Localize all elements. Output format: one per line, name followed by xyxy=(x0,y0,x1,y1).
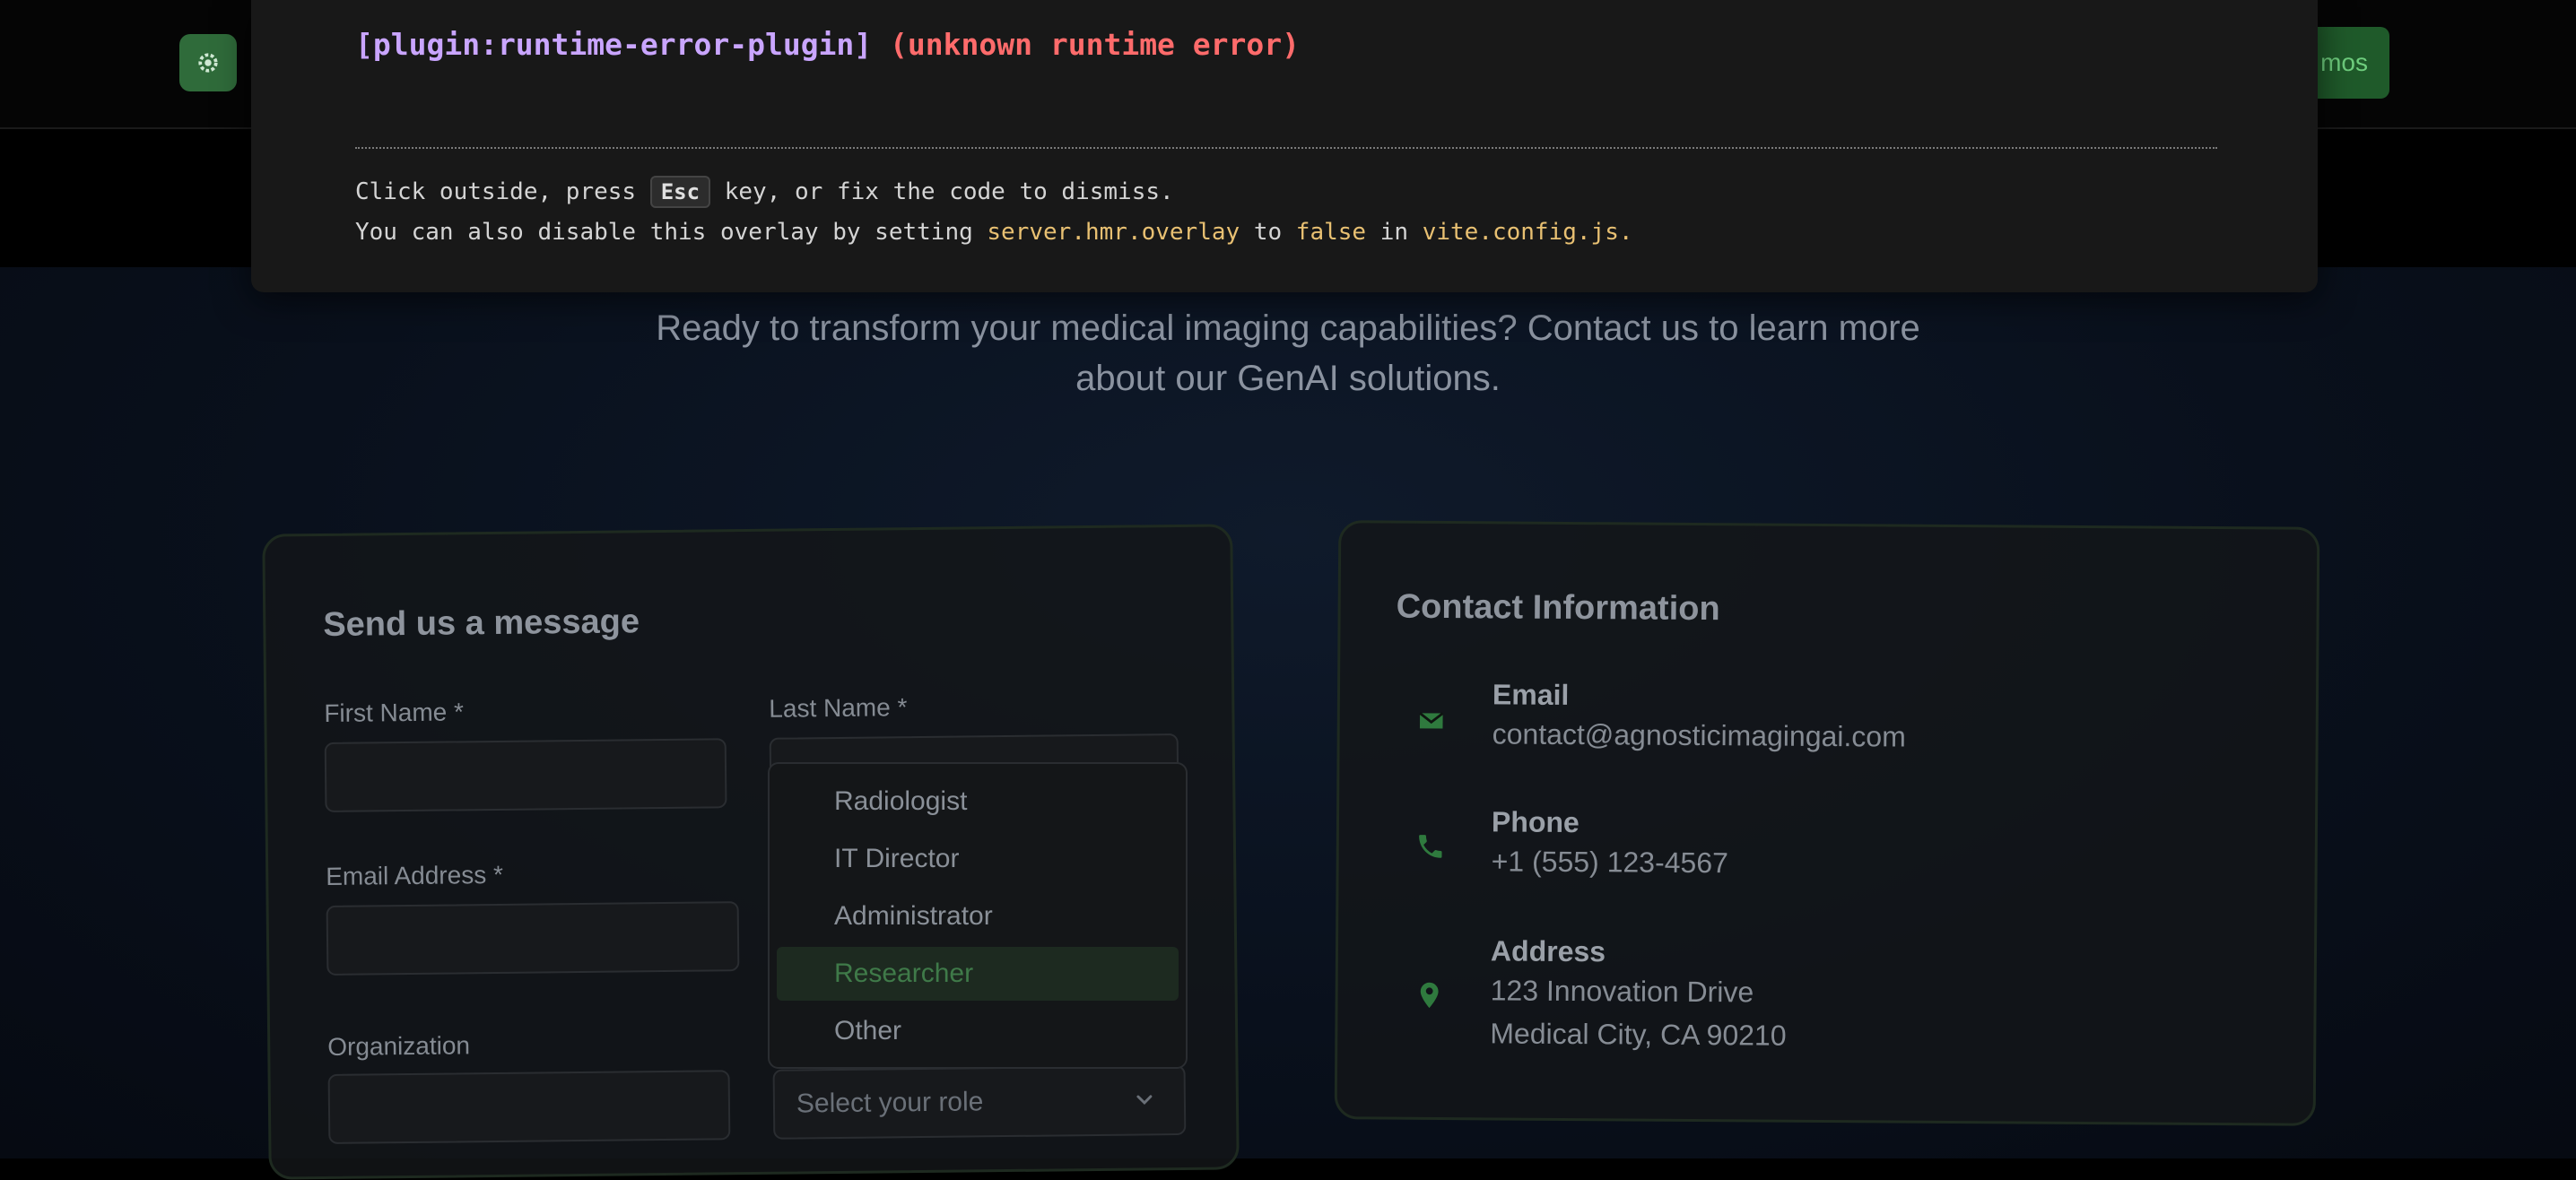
address-line-1: 123 Innovation Drive xyxy=(1490,974,1754,1009)
section-subtitle: Ready to transform your medical imaging … xyxy=(502,303,2074,403)
dismiss-tip-text: Click outside, press xyxy=(355,178,650,205)
role-select[interactable]: Select your role xyxy=(772,1064,1187,1140)
error-plugin-name: [plugin:runtime-error-plugin] xyxy=(355,27,873,62)
request-demo-label: mos xyxy=(2320,48,2368,76)
page: mos Ready to transform your medical imag… xyxy=(0,0,2576,1180)
address-heading: Address xyxy=(1490,934,1606,968)
role-option-researcher[interactable]: Researcher xyxy=(777,947,1179,1001)
code-hmr-overlay: server.hmr.overlay xyxy=(987,219,1240,246)
form-title: Send us a message xyxy=(323,603,640,644)
error-title: [plugin:runtime-error-plugin] (unknown r… xyxy=(355,27,1300,62)
email-input[interactable] xyxy=(326,901,740,976)
dismiss-tip-text-2: key, or fix the code to dismiss. xyxy=(710,178,1174,205)
subtitle-line-2: about our GenAI solutions. xyxy=(1075,359,1501,398)
organization-label: Organization xyxy=(327,1031,471,1061)
role-option-it-director[interactable]: IT Director xyxy=(777,832,1179,886)
subtitle-line-1: Ready to transform your medical imaging … xyxy=(656,308,1920,348)
role-option-radiologist[interactable]: Radiologist xyxy=(777,775,1179,829)
dismiss-tip: Click outside, press Esc key, or fix the… xyxy=(355,176,1174,208)
organization-input[interactable] xyxy=(327,1070,731,1144)
disable-tip-period: . xyxy=(1618,219,1633,246)
code-false: false xyxy=(1295,219,1367,246)
phone-heading: Phone xyxy=(1491,805,1580,839)
phone-icon xyxy=(1413,829,1449,864)
esc-key: Esc xyxy=(649,176,711,208)
role-select-value: Select your role xyxy=(796,1087,984,1119)
contact-info-title: Contact Information xyxy=(1396,587,1720,629)
last-name-label: Last Name * xyxy=(769,693,908,723)
disable-tip-in: in xyxy=(1366,219,1423,246)
overlay-divider xyxy=(355,147,2217,149)
email-heading: Email xyxy=(1492,678,1570,711)
code-vite-config: vite.config.js xyxy=(1422,219,1619,246)
email-label: Email Address * xyxy=(326,860,504,890)
mail-icon xyxy=(1414,703,1449,739)
phone-value[interactable]: +1 (555) 123-4567 xyxy=(1492,839,1729,884)
role-option-administrator[interactable]: Administrator xyxy=(777,889,1179,943)
role-dropdown: Radiologist IT Director Administrator Re… xyxy=(768,762,1188,1069)
error-message: (unknown runtime error) xyxy=(890,27,1301,62)
address-line-2: Medical City, CA 90210 xyxy=(1490,1017,1787,1052)
gear-icon xyxy=(198,53,218,73)
disable-tip-text: You can also disable this overlay by set… xyxy=(355,219,988,246)
first-name-label: First Name * xyxy=(324,698,465,727)
location-pin-icon xyxy=(1412,977,1448,1013)
disable-tip: You can also disable this overlay by set… xyxy=(355,219,1633,246)
email-value[interactable]: contact@agnosticimagingai.com xyxy=(1493,712,1906,758)
vite-error-overlay[interactable]: [plugin:runtime-error-plugin] (unknown r… xyxy=(251,0,2318,292)
disable-tip-to: to xyxy=(1240,219,1296,246)
chevron-down-icon xyxy=(1136,1095,1153,1105)
role-option-other[interactable]: Other xyxy=(777,1004,1179,1058)
first-name-input[interactable] xyxy=(324,738,727,812)
logo-badge[interactable] xyxy=(179,34,237,91)
contact-info-card: Contact Information Email contact@agnost… xyxy=(1334,520,2320,1126)
